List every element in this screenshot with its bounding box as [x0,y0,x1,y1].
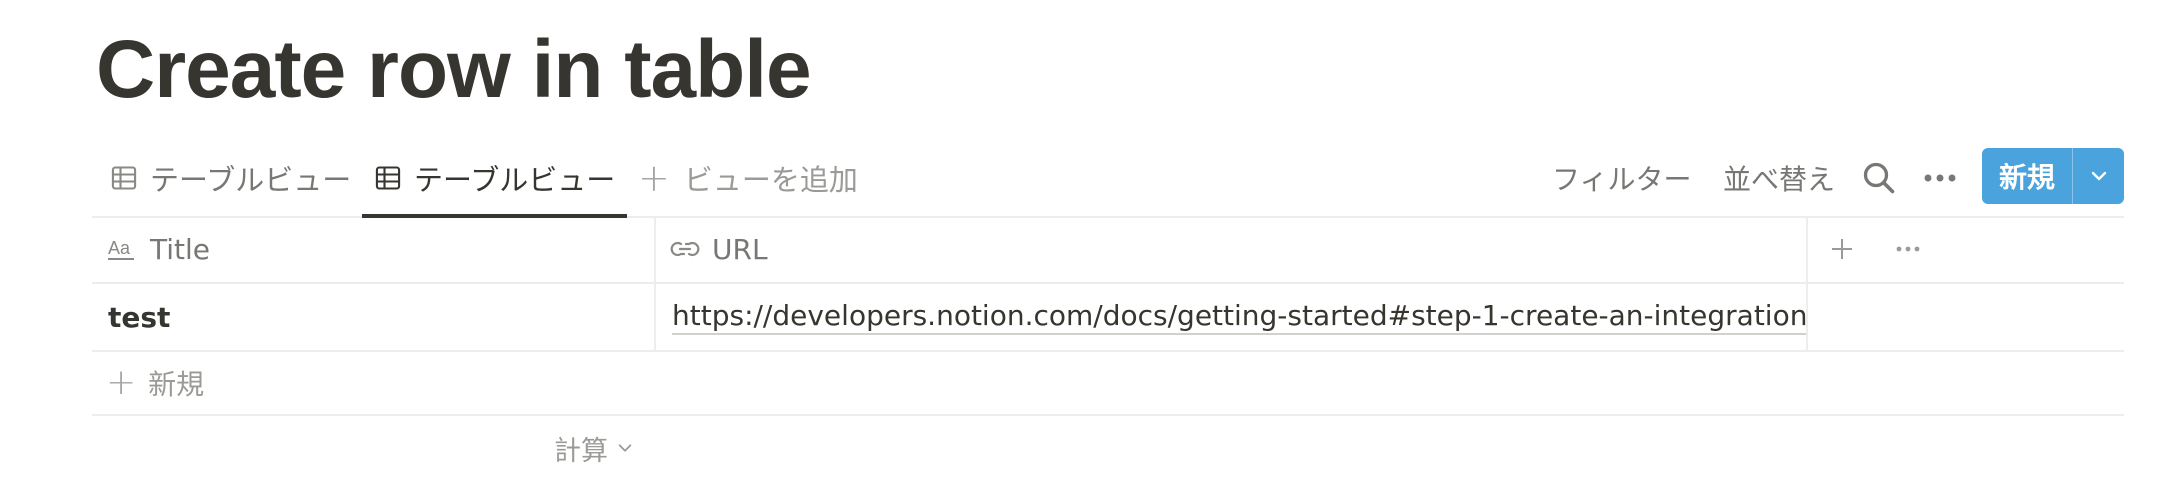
more-horizontal-icon [1896,246,1920,252]
tab-table-view-2[interactable]: テーブルビュー [361,140,628,218]
column-divider [654,284,656,352]
calculate-label: 計算 [554,435,608,467]
add-view-button[interactable]: + ビューを追加 [638,140,858,216]
column-label: URL [712,232,768,266]
view-bar: テーブルビュー テーブルビュー + ビューを追加 フィルター 並べ替え 新規 [92,140,2124,218]
new-row: + 新規 [92,352,2124,416]
table-icon [375,166,401,190]
database-table: Aa Title URL test https://developers.not… [92,216,2124,416]
column-divider [1806,284,1808,352]
text-aa-icon: Aa [108,238,134,260]
add-row-button[interactable]: + 新規 [106,352,204,414]
add-column-button[interactable] [1822,216,1862,282]
tab-label: テーブルビュー [414,163,616,197]
table-header-row: Aa Title URL [92,216,2124,284]
url-link[interactable]: https://developers.notion.com/docs/getti… [672,299,1808,335]
search-icon[interactable] [1861,160,1897,196]
new-button[interactable]: 新規 [1982,148,2072,204]
title-cell[interactable]: test [108,284,170,350]
chevron-down-icon [618,444,632,452]
column-header-title[interactable]: Aa Title [108,216,210,282]
add-view-label: ビューを追加 [683,163,858,197]
column-divider [654,216,656,284]
calculate-button[interactable]: 計算 [554,430,634,467]
plus-icon: + [638,156,670,200]
plus-icon: + [106,362,137,403]
url-cell[interactable]: https://developers.notion.com/docs/getti… [672,284,1808,350]
tab-table-view-1[interactable]: テーブルビュー [110,140,351,216]
more-horizontal-icon[interactable] [1920,160,1960,196]
page-title: Create row in table [96,24,812,115]
plus-icon [1832,239,1852,259]
svg-text:Aa: Aa [108,238,131,258]
column-divider [1806,216,1808,284]
chevron-down-icon [2091,171,2106,181]
tab-label: テーブルビュー [150,163,352,197]
column-header-url[interactable]: URL [670,216,768,282]
sort-button[interactable]: 並べ替え [1723,140,1835,216]
table-icon [111,166,137,190]
new-button-group: 新規 [1982,148,2124,204]
table-row[interactable]: test https://developers.notion.com/docs/… [92,284,2124,352]
link-icon [670,241,700,257]
add-row-label: 新規 [148,368,205,401]
filter-button[interactable]: フィルター [1552,140,1691,216]
column-label: Title [150,232,211,266]
column-more-button[interactable] [1888,216,1928,282]
new-dropdown-button[interactable] [2073,148,2124,204]
